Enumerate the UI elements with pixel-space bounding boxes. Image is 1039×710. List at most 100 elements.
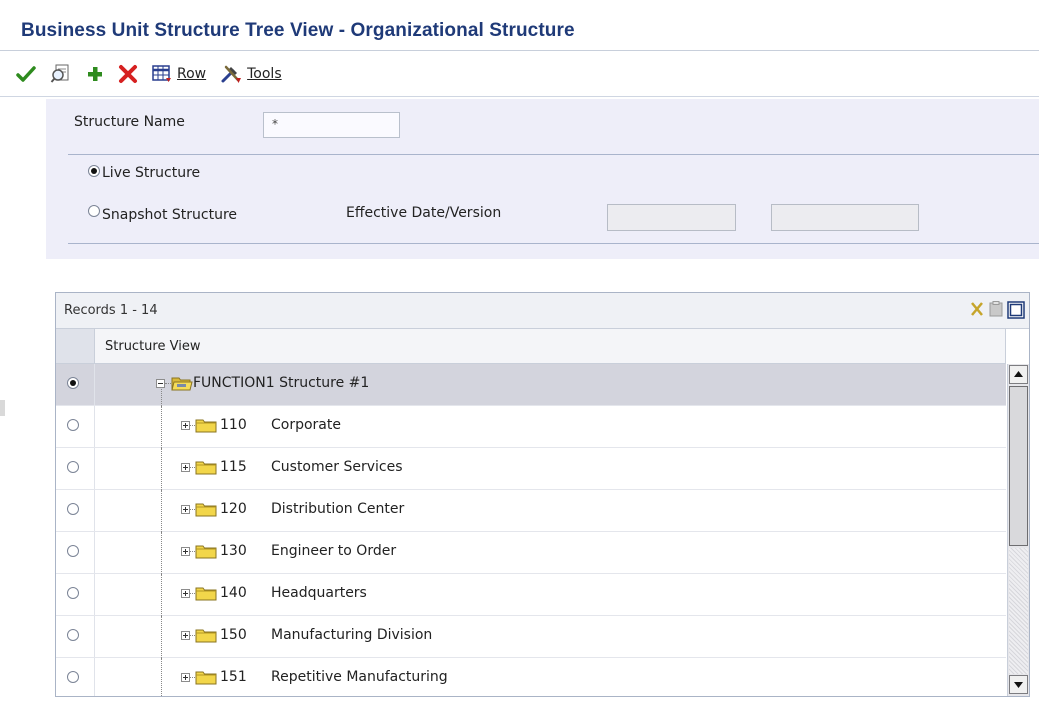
checkmark-icon	[16, 65, 36, 82]
folder-icon	[195, 503, 217, 517]
tree-line	[161, 658, 162, 696]
add-button[interactable]	[86, 65, 104, 83]
table-row[interactable]: FUNCTION1 Structure #1	[56, 364, 1006, 406]
row-selector	[56, 364, 95, 405]
business-unit-code: 120	[220, 501, 247, 517]
business-unit-name: Engineer to Order	[271, 543, 397, 559]
table-row[interactable]: 120 Distribution Center	[56, 490, 1006, 532]
snapshot-structure-radio[interactable]	[88, 205, 100, 217]
tree-node[interactable]: 120 Distribution Center	[181, 501, 404, 517]
structure-name-field[interactable]: *	[263, 112, 400, 138]
records-count: Records 1 - 14	[64, 303, 158, 318]
window-edge	[0, 400, 5, 416]
grid-tools	[965, 301, 1025, 323]
business-unit-code: 110	[220, 417, 247, 433]
row-radio[interactable]	[67, 461, 79, 473]
divider	[68, 154, 1039, 155]
structure-name-label: Structure Name	[74, 114, 185, 130]
row-menu[interactable]: Row	[152, 64, 206, 83]
maximize-icon[interactable]	[1007, 301, 1025, 323]
column-header-row: Structure View	[56, 329, 1006, 364]
arrow-up-icon	[1014, 371, 1023, 377]
column-divider	[1005, 329, 1006, 363]
window-title: Business Unit Structure Tree View - Orga…	[21, 20, 575, 41]
business-unit-name: Repetitive Manufacturing	[271, 669, 448, 685]
plus-icon	[88, 66, 102, 81]
row-radio[interactable]	[67, 629, 79, 641]
collapse-icon[interactable]	[156, 378, 165, 388]
search-icon	[50, 64, 69, 83]
folder-icon	[195, 671, 217, 685]
row-radio[interactable]	[67, 377, 79, 389]
tools-menu-label: Tools	[247, 65, 282, 82]
tree-node[interactable]: 130 Engineer to Order	[181, 543, 396, 559]
business-unit-name: Headquarters	[271, 585, 367, 601]
row-selector	[56, 616, 95, 657]
tools-menu[interactable]: Tools	[220, 64, 282, 84]
business-unit-code: 130	[220, 543, 247, 559]
scroll-track[interactable]	[1009, 548, 1028, 674]
row-radio[interactable]	[67, 545, 79, 557]
business-unit-name: Corporate	[271, 417, 341, 433]
tree-node[interactable]: 115 Customer Services	[181, 459, 403, 475]
search-criteria-panel: Structure Name * Live Structure Snapshot…	[46, 99, 1039, 259]
structure-grid: Records 1 - 14 Structure View FUNCTION1 …	[55, 292, 1030, 697]
find-button[interactable]	[50, 64, 72, 84]
row-radio[interactable]	[67, 419, 79, 431]
table-row[interactable]: 115 Customer Services	[56, 448, 1006, 490]
expand-icon[interactable]	[181, 462, 190, 472]
expand-icon[interactable]	[181, 546, 190, 556]
row-selector	[56, 532, 95, 573]
expand-icon[interactable]	[181, 672, 190, 682]
effective-date-version-label: Effective Date/Version	[346, 205, 502, 221]
business-unit-code: 140	[220, 585, 247, 601]
folder-icon	[195, 461, 217, 475]
business-unit-name: Manufacturing Division	[271, 627, 433, 643]
table-row[interactable]: 151 Repetitive Manufacturing	[56, 658, 1006, 696]
tree-line	[161, 406, 162, 448]
expand-icon[interactable]	[181, 504, 190, 514]
tree-node[interactable]: 150 Manufacturing Division	[181, 627, 432, 643]
row-selector	[56, 406, 95, 447]
tree-node-root[interactable]: FUNCTION1 Structure #1	[156, 375, 369, 391]
scroll-up-button[interactable]	[1009, 365, 1028, 384]
row-radio[interactable]	[67, 671, 79, 683]
grid-header-bar: Records 1 - 14	[56, 293, 1029, 329]
expand-icon[interactable]	[181, 630, 190, 640]
arrow-down-icon	[1014, 682, 1023, 688]
tree-node-label: FUNCTION1 Structure #1	[193, 375, 370, 391]
open-folder-icon	[171, 377, 193, 391]
clipboard-icon[interactable]	[989, 301, 1003, 323]
structure-view-column-header[interactable]: Structure View	[105, 339, 200, 354]
table-row[interactable]: 150 Manufacturing Division	[56, 616, 1006, 658]
table-row[interactable]: 140 Headquarters	[56, 574, 1006, 616]
grid-icon	[152, 64, 171, 82]
scroll-down-button[interactable]	[1009, 675, 1028, 694]
expand-icon[interactable]	[181, 420, 190, 430]
tree-line	[161, 532, 162, 574]
row-radio[interactable]	[67, 503, 79, 515]
live-structure-radio[interactable]	[88, 165, 100, 177]
table-row[interactable]: 110 Corporate	[56, 406, 1006, 448]
tree-node[interactable]: 151 Repetitive Manufacturing	[181, 669, 448, 685]
vertical-scrollbar[interactable]	[1007, 364, 1029, 696]
tree-node[interactable]: 140 Headquarters	[181, 585, 367, 601]
select-button[interactable]	[16, 65, 36, 83]
version-field[interactable]	[771, 204, 919, 231]
table-row[interactable]: 130 Engineer to Order	[56, 532, 1006, 574]
folder-icon	[195, 629, 217, 643]
business-unit-code: 115	[220, 459, 247, 475]
delete-button[interactable]	[118, 64, 138, 84]
expand-icon[interactable]	[181, 588, 190, 598]
tools-icon	[221, 65, 242, 83]
scroll-thumb[interactable]	[1009, 386, 1028, 546]
row-selector	[56, 574, 95, 615]
effective-date-field[interactable]	[607, 204, 736, 231]
tree-line	[161, 616, 162, 658]
tree-node[interactable]: 110 Corporate	[181, 417, 341, 433]
folder-icon	[195, 587, 217, 601]
business-unit-name: Customer Services	[271, 459, 403, 475]
row-radio[interactable]	[67, 587, 79, 599]
export-icon[interactable]	[969, 301, 985, 323]
tree-line	[161, 490, 162, 532]
